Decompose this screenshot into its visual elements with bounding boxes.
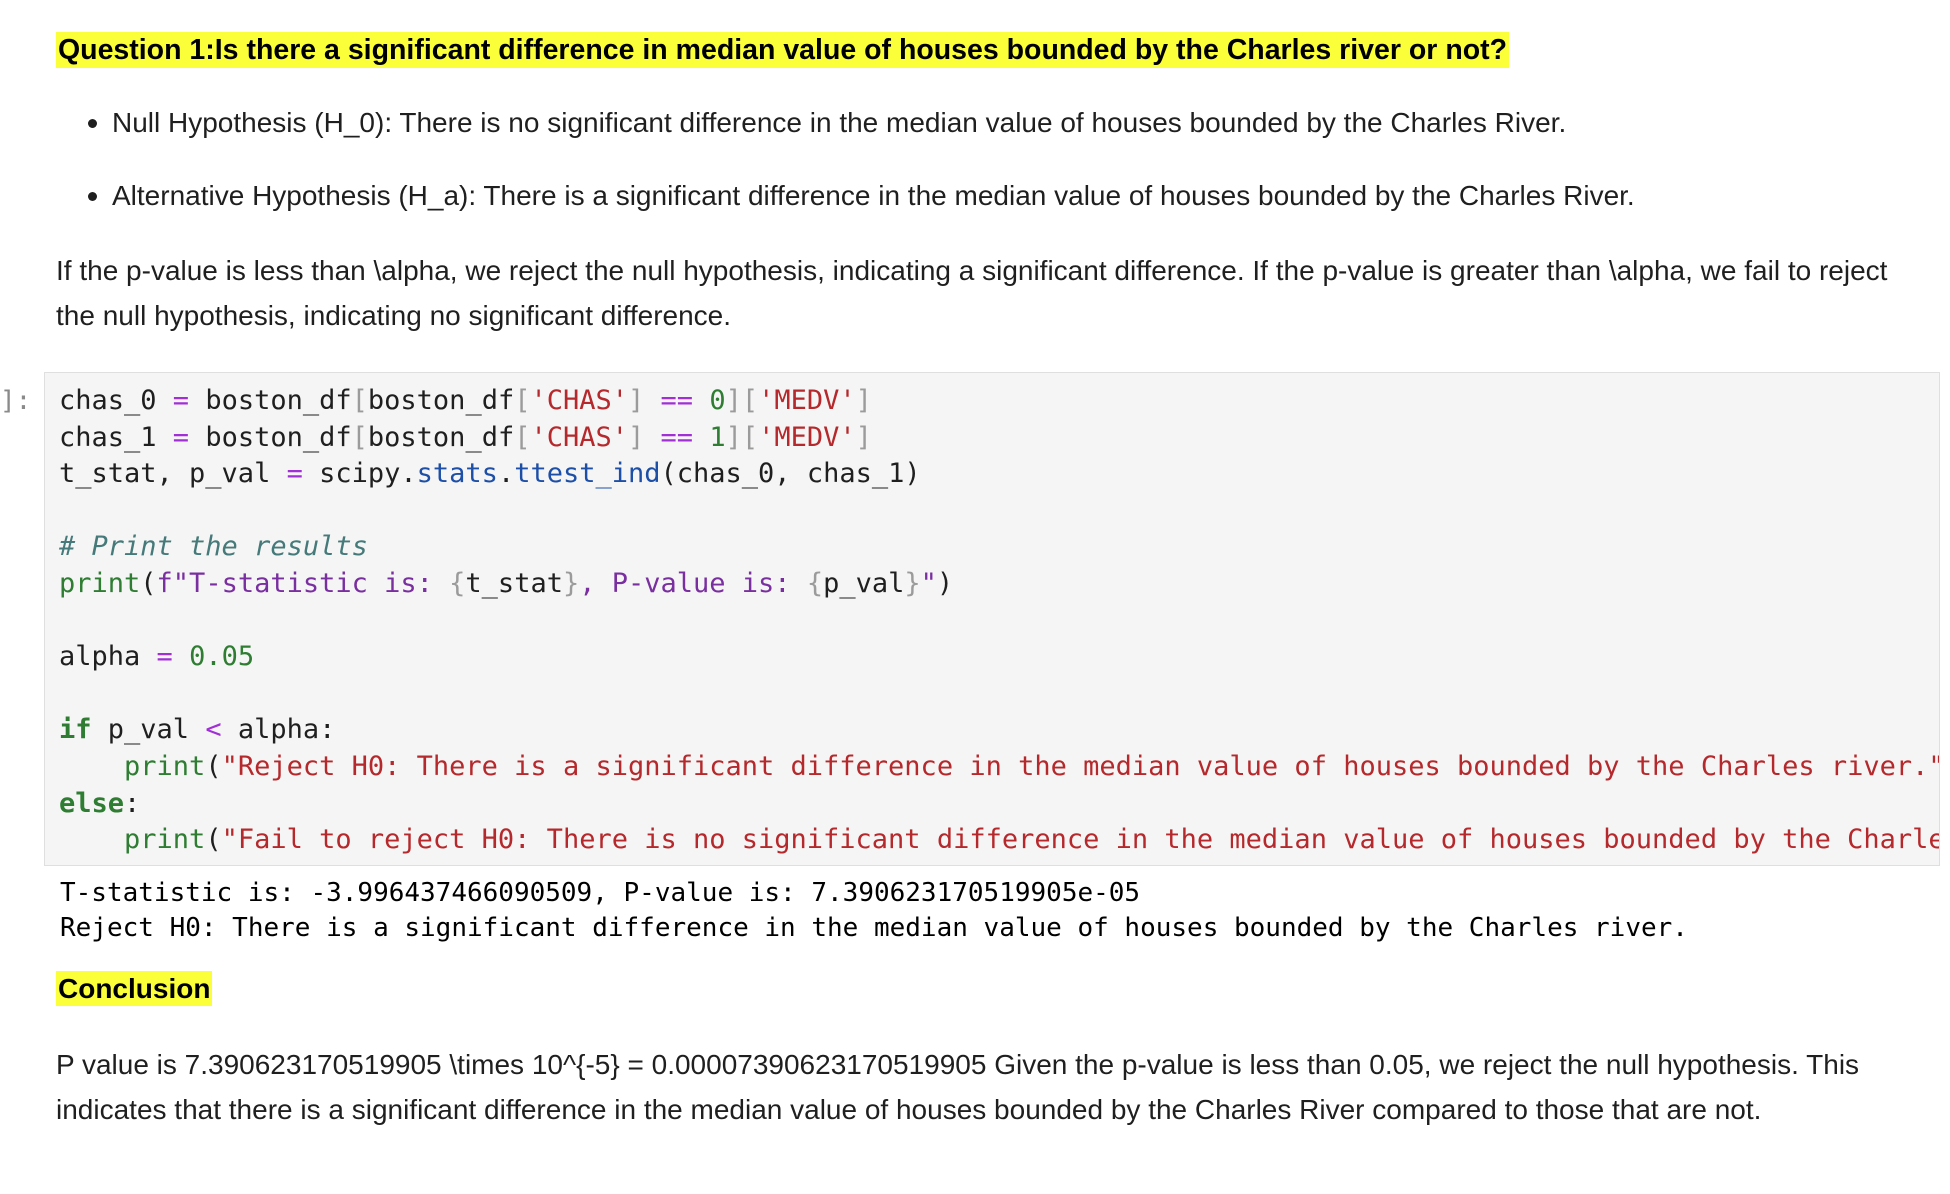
bullet-icon [88, 192, 97, 201]
conclusion-heading: Conclusion [56, 971, 213, 1006]
output-line: T-statistic is: -3.996437466090509, P-va… [60, 878, 1141, 908]
code-line: if p_val < alpha: [59, 714, 336, 746]
conclusion-heading-cell: Conclusion [56, 966, 1896, 1011]
alternative-hypothesis-text: Alternative Hypothesis (H_a): There is a… [112, 180, 1635, 211]
question-heading: Question 1:Is there a significant differ… [56, 32, 1510, 68]
code-cell[interactable]: chas_0 = boston_df[boston_df['CHAS'] == … [44, 372, 1940, 866]
bullet-icon [88, 119, 97, 128]
code-line: print("Reject H0: There is a significant… [124, 750, 1940, 782]
list-item: Alternative Hypothesis (H_a): There is a… [56, 173, 1635, 246]
code-line: print(f"T-statistic is: {t_stat}, P-valu… [59, 567, 954, 599]
output-line: Reject H0: There is a significant differ… [60, 913, 1688, 943]
cell-output: T-statistic is: -3.996437466090509, P-va… [60, 876, 1688, 946]
null-hypothesis-text: Null Hypothesis (H_0): There is no signi… [112, 107, 1567, 138]
conclusion-paragraph: P value is 7.390623170519905 \times 10^{… [56, 1049, 1860, 1125]
cell-prompt: ]: [0, 386, 32, 416]
notebook: Question 1:Is there a significant differ… [0, 0, 1950, 1194]
decision-rule-paragraph: If the p-value is less than \alpha, we r… [56, 255, 1888, 331]
question-heading-cell: Question 1:Is there a significant differ… [56, 28, 1896, 73]
code-editor[interactable]: chas_0 = boston_df[boston_df['CHAS'] == … [59, 383, 1940, 859]
code-line: alpha = 0.05 [59, 641, 255, 673]
code-line: print("Fail to reject H0: There is no si… [124, 824, 1940, 856]
code-line: chas_0 = boston_df[boston_df['CHAS'] == … [59, 385, 872, 416]
code-line: else: [59, 787, 141, 819]
code-line: t_stat, p_val = scipy.stats.ttest_ind(ch… [59, 458, 921, 490]
list-item: Null Hypothesis (H_0): There is no signi… [56, 100, 1635, 173]
code-line: # Print the results [59, 531, 368, 563]
hypothesis-list: Null Hypothesis (H_0): There is no signi… [56, 100, 1635, 246]
code-line: chas_1 = boston_df[boston_df['CHAS'] == … [59, 421, 872, 453]
